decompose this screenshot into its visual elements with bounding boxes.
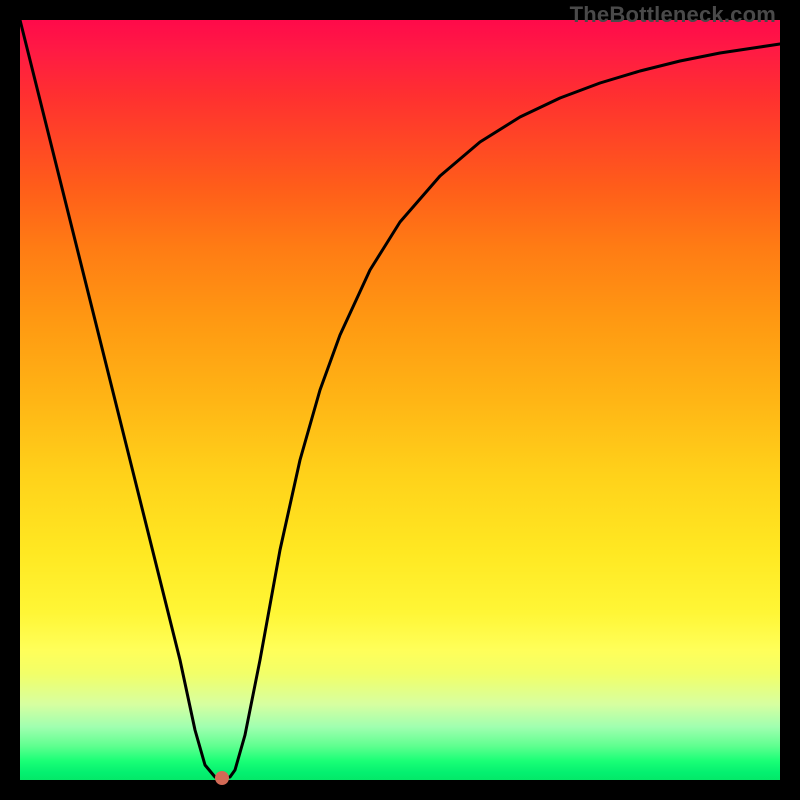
credit-text: TheBottleneck.com xyxy=(570,2,776,28)
optimum-marker-icon xyxy=(215,771,229,785)
chart-frame xyxy=(20,20,780,780)
bottleneck-curve xyxy=(20,20,780,780)
